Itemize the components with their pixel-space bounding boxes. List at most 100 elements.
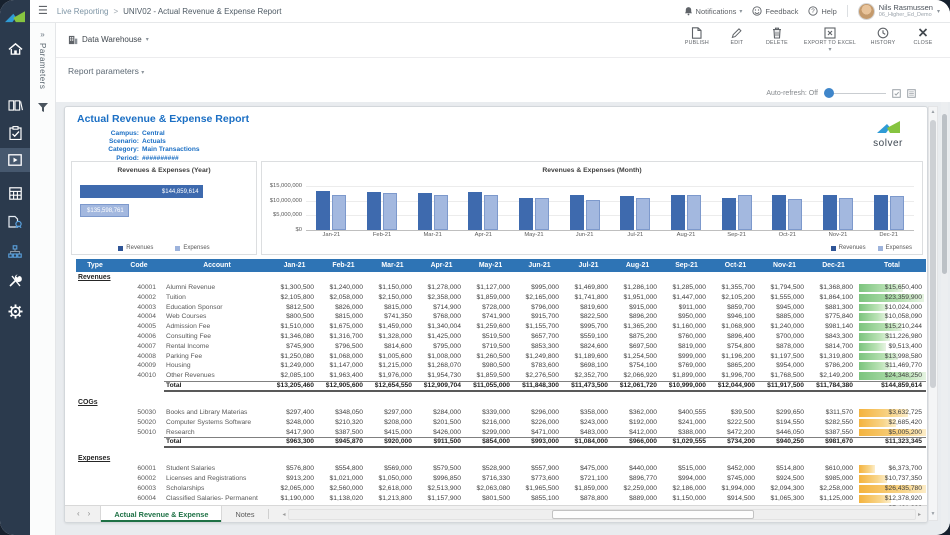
expand-parameters-icon[interactable]: » — [40, 30, 44, 39]
column-header: Jul-21 — [564, 259, 613, 272]
value-cell: $39,500 — [711, 408, 760, 418]
user-menu[interactable]: Nils Rasmussen 06_Higher_Ed_Demo ▾ — [858, 3, 940, 20]
history-button[interactable]: HISTORY — [870, 27, 896, 46]
export-to-excel-button[interactable]: EXPORT TO EXCEL ▾ — [804, 27, 856, 53]
value-cell: $348,050 — [319, 408, 368, 418]
sheet-scroll-left-icon[interactable]: ‹ — [77, 510, 80, 518]
total-value: $13,998,580 — [885, 353, 922, 360]
sidebar-item-budgeting[interactable] — [0, 180, 30, 206]
sidebar-item-live-reporting[interactable] — [0, 148, 30, 172]
sidebar-item-settings[interactable] — [0, 298, 30, 324]
sidebar-item-user-documents[interactable] — [0, 208, 30, 234]
vertical-scroll-thumb[interactable] — [930, 120, 936, 388]
slider-knob[interactable] — [824, 88, 834, 98]
sidebar-item-home[interactable] — [0, 36, 30, 62]
legend-swatch — [118, 246, 123, 251]
horizontal-scroll-thumb[interactable] — [552, 510, 754, 519]
total-value: $15,650,400 — [885, 284, 922, 291]
meta-category-value: Main Transactions — [142, 146, 200, 154]
sidebar-item-administration[interactable] — [0, 268, 30, 294]
value-cell: $741,900 — [466, 312, 515, 322]
scroll-up-icon[interactable]: ▲ — [929, 107, 937, 118]
gridline — [306, 186, 914, 187]
total-cell: $11,226,980 — [858, 332, 926, 342]
total-value: $23,359,900 — [885, 294, 922, 301]
close-button[interactable]: CLOSE — [910, 27, 936, 46]
report-list-icon[interactable] — [907, 89, 916, 98]
hamburger-menu-icon[interactable]: ☰ — [38, 6, 48, 17]
value-cell: $311,570 — [809, 408, 858, 418]
data-source-selector[interactable]: Data Warehouse ▾ — [68, 35, 149, 45]
parameters-rail-label[interactable]: Parameters — [38, 43, 47, 89]
edit-button[interactable]: EDIT — [724, 27, 750, 46]
solver-brand: solver — [857, 121, 919, 149]
value-cell: $226,000 — [515, 418, 564, 428]
table-row: 50030Books and Library Materias$297,400$… — [76, 408, 926, 418]
value-cell: $610,000 — [809, 464, 858, 474]
solver-logo[interactable] — [0, 4, 30, 30]
scroll-right-icon[interactable]: ▸ — [918, 511, 921, 518]
total-value: $10,024,000 — [885, 304, 922, 311]
table-row: 60003Scholarships$2,065,000$2,560,000$2,… — [76, 484, 926, 494]
feedback-button[interactable]: Feedback — [752, 6, 798, 16]
delete-label: DELETE — [766, 40, 788, 46]
notifications-menu[interactable]: Notifications ▾ — [684, 6, 743, 16]
value-cell: $865,200 — [711, 361, 760, 371]
type-cell — [76, 342, 114, 352]
code-cell: 40007 — [114, 342, 164, 352]
sidebar-item-assignments[interactable] — [0, 120, 30, 146]
column-header: Jun-21 — [515, 259, 564, 272]
code-cell: 40004 — [114, 312, 164, 322]
value-cell: $297,000 — [368, 408, 417, 418]
value-cell: $700,000 — [760, 332, 809, 342]
value-cell: $1,316,700 — [319, 332, 368, 342]
sheet-tab-notes[interactable]: Notes — [222, 506, 267, 522]
value-cell: $1,859,000 — [466, 293, 515, 303]
total-cell: $9,513,400 — [858, 342, 926, 352]
value-cell: $2,259,000 — [613, 484, 662, 494]
total-cell: $5,005,200 — [858, 428, 926, 438]
sheet-scroll-right-icon[interactable]: › — [88, 510, 91, 518]
help-button[interactable]: ? Help — [808, 6, 836, 16]
avatar — [858, 3, 875, 20]
publish-button[interactable]: PUBLISH — [684, 27, 710, 46]
value-cell: $760,000 — [662, 332, 711, 342]
value-cell: $754,100 — [613, 361, 662, 371]
breadcrumb-app-link[interactable]: Live Reporting — [57, 7, 109, 16]
value-cell: $754,800 — [711, 342, 760, 352]
page-scrollbar[interactable] — [941, 102, 948, 535]
filter-funnel-icon[interactable] — [38, 99, 48, 117]
month-bar-revenues — [468, 192, 482, 230]
value-cell: $1,859,500 — [466, 371, 515, 381]
year-bar-revenues: $144,859,614 — [80, 185, 203, 198]
page-scroll-thumb[interactable] — [942, 114, 947, 274]
scroll-left-icon[interactable]: ◂ — [283, 511, 286, 518]
value-cell: $1,005,600 — [368, 352, 417, 362]
total-value-cell: $11,848,300 — [515, 381, 564, 392]
value-cell: $222,500 — [711, 418, 760, 428]
account-cell: Other Revenues — [164, 371, 270, 381]
report-parameters-toggle[interactable]: Report parameters ▾ — [68, 66, 144, 76]
type-cell — [76, 437, 114, 448]
scroll-down-icon[interactable]: ▼ — [929, 509, 937, 520]
auto-refresh-slider[interactable] — [824, 88, 886, 98]
sheet-tab-actual-revenue-expense[interactable]: Actual Revenue & Expense — [100, 506, 222, 522]
sidebar-item-workflows[interactable] — [0, 238, 30, 264]
chevron-down-icon: ▾ — [828, 46, 831, 53]
delete-button[interactable]: DELETE — [764, 27, 790, 46]
notifications-label: Notifications — [696, 7, 737, 16]
total-value-cell: $920,000 — [368, 437, 417, 448]
horizontal-scroll-track[interactable] — [288, 509, 916, 520]
type-cell — [76, 352, 114, 362]
legend-expenses: Expenses — [175, 245, 209, 251]
solver-logo-icon — [5, 11, 25, 24]
breadcrumb-separator: > — [113, 7, 118, 16]
vertical-scrollbar[interactable]: ▲ ▼ — [928, 106, 938, 521]
value-cell: $471,000 — [515, 428, 564, 438]
column-header: Sep-21 — [662, 259, 711, 272]
legend-swatch — [175, 246, 180, 251]
month-bar-expenses — [687, 195, 701, 230]
refresh-settings-icon[interactable] — [892, 89, 901, 98]
sidebar-item-archive[interactable] — [0, 92, 30, 118]
user-name: Nils Rasmussen — [879, 4, 933, 12]
